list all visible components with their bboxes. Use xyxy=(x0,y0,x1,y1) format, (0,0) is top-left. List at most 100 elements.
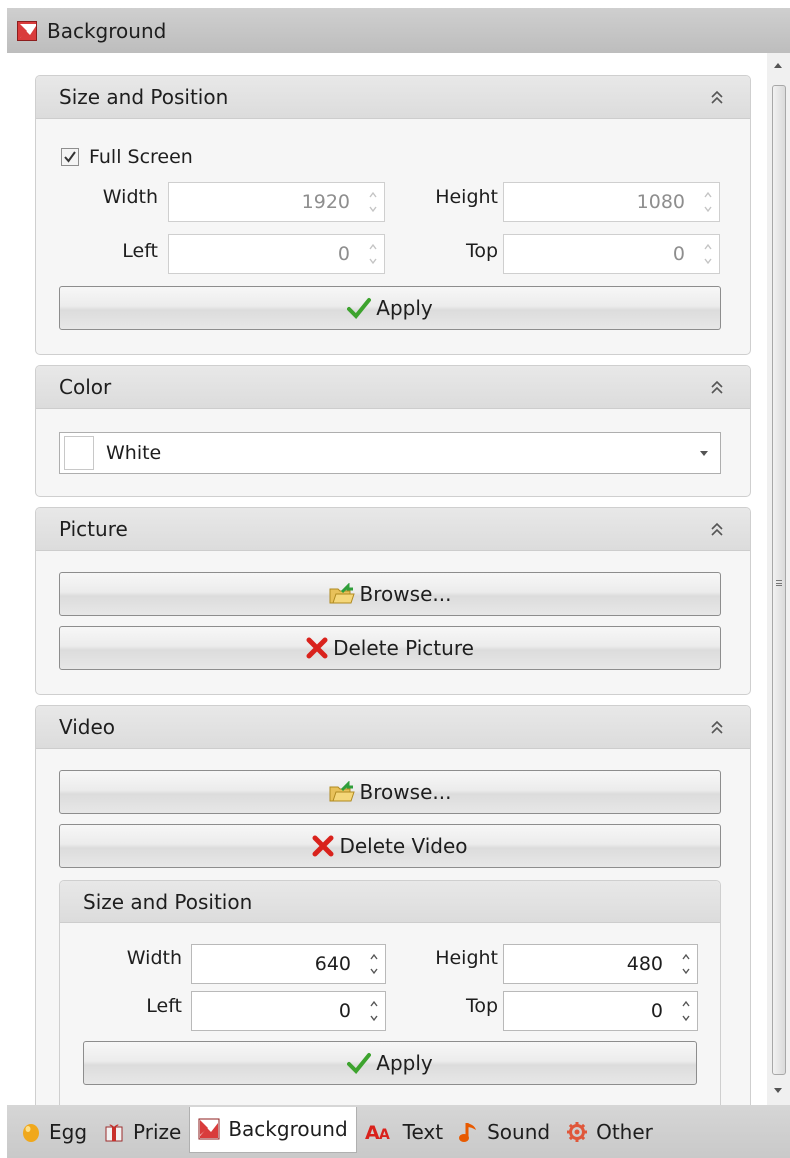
tab-text-label: Text xyxy=(402,1119,444,1144)
color-swatch xyxy=(64,436,94,470)
chevron-down-icon[interactable] xyxy=(700,451,708,456)
video-top-label: Top xyxy=(465,995,498,1017)
top-label: Top xyxy=(465,240,498,262)
video-left-stepper[interactable]: 0 xyxy=(191,991,386,1031)
color-dropdown[interactable]: White xyxy=(59,432,721,474)
stepper-arrows-icon[interactable] xyxy=(681,997,691,1025)
gear-icon xyxy=(566,1121,588,1143)
full-screen-checkbox[interactable] xyxy=(61,148,79,166)
stepper-arrows-icon[interactable] xyxy=(681,950,691,978)
height-stepper[interactable]: 1080 xyxy=(503,182,720,222)
window-titlebar: Background xyxy=(7,8,790,53)
picture-browse-button[interactable]: Browse... xyxy=(59,572,721,616)
delete-video-button[interactable]: Delete Video xyxy=(59,824,721,868)
background-app-icon xyxy=(17,20,37,41)
picture-panel: Picture Browse... Delete Picture xyxy=(35,507,751,695)
tab-other-label: Other xyxy=(596,1119,653,1144)
video-apply-label: Apply xyxy=(376,1051,433,1075)
width-value: 1920 xyxy=(301,191,350,213)
scroll-up-icon[interactable] xyxy=(774,63,782,68)
video-width-stepper[interactable]: 640 xyxy=(191,944,386,984)
color-title: Color xyxy=(59,375,112,399)
left-label: Left xyxy=(122,240,158,262)
top-value: 0 xyxy=(672,243,685,265)
open-folder-icon xyxy=(329,781,355,803)
video-height-value: 480 xyxy=(626,953,663,975)
delete-picture-button[interactable]: Delete Picture xyxy=(59,626,721,670)
stepper-arrows-icon[interactable] xyxy=(369,950,379,978)
scrollbar-thumb[interactable] xyxy=(772,85,786,1075)
color-header[interactable]: Color xyxy=(36,366,750,409)
height-value: 1080 xyxy=(636,191,685,213)
left-stepper[interactable]: 0 xyxy=(168,234,385,274)
settings-scroll-area[interactable]: Size and Position Full Screen Width 1920… xyxy=(7,53,767,1105)
svg-text:A: A xyxy=(379,1127,390,1142)
video-title: Video xyxy=(59,715,116,739)
delete-icon xyxy=(312,835,334,857)
grip-icon xyxy=(776,580,782,586)
checkmark-icon xyxy=(347,1052,372,1074)
stepper-arrows-icon[interactable] xyxy=(703,188,713,216)
vertical-scrollbar[interactable] xyxy=(767,53,790,1105)
collapse-icon[interactable] xyxy=(710,718,724,736)
full-screen-toggle[interactable]: Full Screen xyxy=(61,146,193,168)
video-size-position-header[interactable]: Size and Position xyxy=(60,881,720,923)
collapse-icon[interactable] xyxy=(710,88,724,106)
left-value: 0 xyxy=(337,243,350,265)
video-size-position-panel: Size and Position Width 640 Height 480 L… xyxy=(59,880,721,1105)
video-height-stepper[interactable]: 480 xyxy=(503,944,698,984)
scroll-down-icon[interactable] xyxy=(774,1088,782,1093)
tab-sound[interactable]: Sound xyxy=(451,1110,558,1154)
color-panel: Color White xyxy=(35,365,751,497)
full-screen-label: Full Screen xyxy=(89,146,193,168)
checkmark-icon xyxy=(347,297,372,319)
tab-prize-label: Prize xyxy=(133,1119,182,1144)
svg-text:A: A xyxy=(365,1122,380,1142)
sound-icon xyxy=(459,1121,479,1143)
top-stepper[interactable]: 0 xyxy=(503,234,720,274)
apply-button[interactable]: Apply xyxy=(59,286,721,330)
video-panel: Video Browse... Delete Video Size and Po… xyxy=(35,705,751,1105)
video-left-label: Left xyxy=(146,995,182,1017)
delete-video-label: Delete Video xyxy=(339,834,468,858)
stepper-arrows-icon[interactable] xyxy=(369,997,379,1025)
tab-egg-label: Egg xyxy=(49,1119,88,1144)
tab-egg[interactable]: Egg xyxy=(13,1110,95,1154)
picture-title: Picture xyxy=(59,517,128,541)
size-position-header[interactable]: Size and Position xyxy=(36,76,750,119)
picture-header[interactable]: Picture xyxy=(36,508,750,551)
apply-label: Apply xyxy=(376,296,433,320)
stepper-arrows-icon[interactable] xyxy=(368,188,378,216)
tab-prize[interactable]: Prize xyxy=(95,1110,189,1154)
video-top-value: 0 xyxy=(650,1000,663,1022)
video-header[interactable]: Video xyxy=(36,706,750,749)
collapse-icon[interactable] xyxy=(710,378,724,396)
delete-picture-label: Delete Picture xyxy=(333,636,474,660)
video-top-stepper[interactable]: 0 xyxy=(503,991,698,1031)
video-browse-label: Browse... xyxy=(359,780,452,804)
video-width-label: Width xyxy=(126,947,182,969)
height-label: Height xyxy=(435,186,498,208)
prize-icon xyxy=(103,1121,125,1143)
stepper-arrows-icon[interactable] xyxy=(368,240,378,268)
width-stepper[interactable]: 1920 xyxy=(168,182,385,222)
open-folder-icon xyxy=(329,583,355,605)
video-apply-button[interactable]: Apply xyxy=(83,1041,697,1085)
stepper-arrows-icon[interactable] xyxy=(703,240,713,268)
video-size-position-title: Size and Position xyxy=(83,889,253,914)
checkmark-icon xyxy=(64,151,76,163)
delete-icon xyxy=(306,637,328,659)
video-browse-button[interactable]: Browse... xyxy=(59,770,721,814)
tab-background[interactable]: Background xyxy=(189,1106,357,1153)
tab-other[interactable]: Other xyxy=(558,1110,661,1154)
size-position-panel: Size and Position Full Screen Width 1920… xyxy=(35,75,751,355)
video-left-value: 0 xyxy=(338,1000,351,1022)
background-icon xyxy=(198,1118,220,1140)
size-position-title: Size and Position xyxy=(59,85,229,109)
collapse-icon[interactable] xyxy=(710,520,724,538)
text-icon: AA xyxy=(365,1122,395,1142)
egg-icon xyxy=(21,1121,41,1143)
tab-text[interactable]: AA Text xyxy=(357,1110,451,1154)
color-selected: White xyxy=(106,442,162,464)
width-label: Width xyxy=(102,186,158,208)
